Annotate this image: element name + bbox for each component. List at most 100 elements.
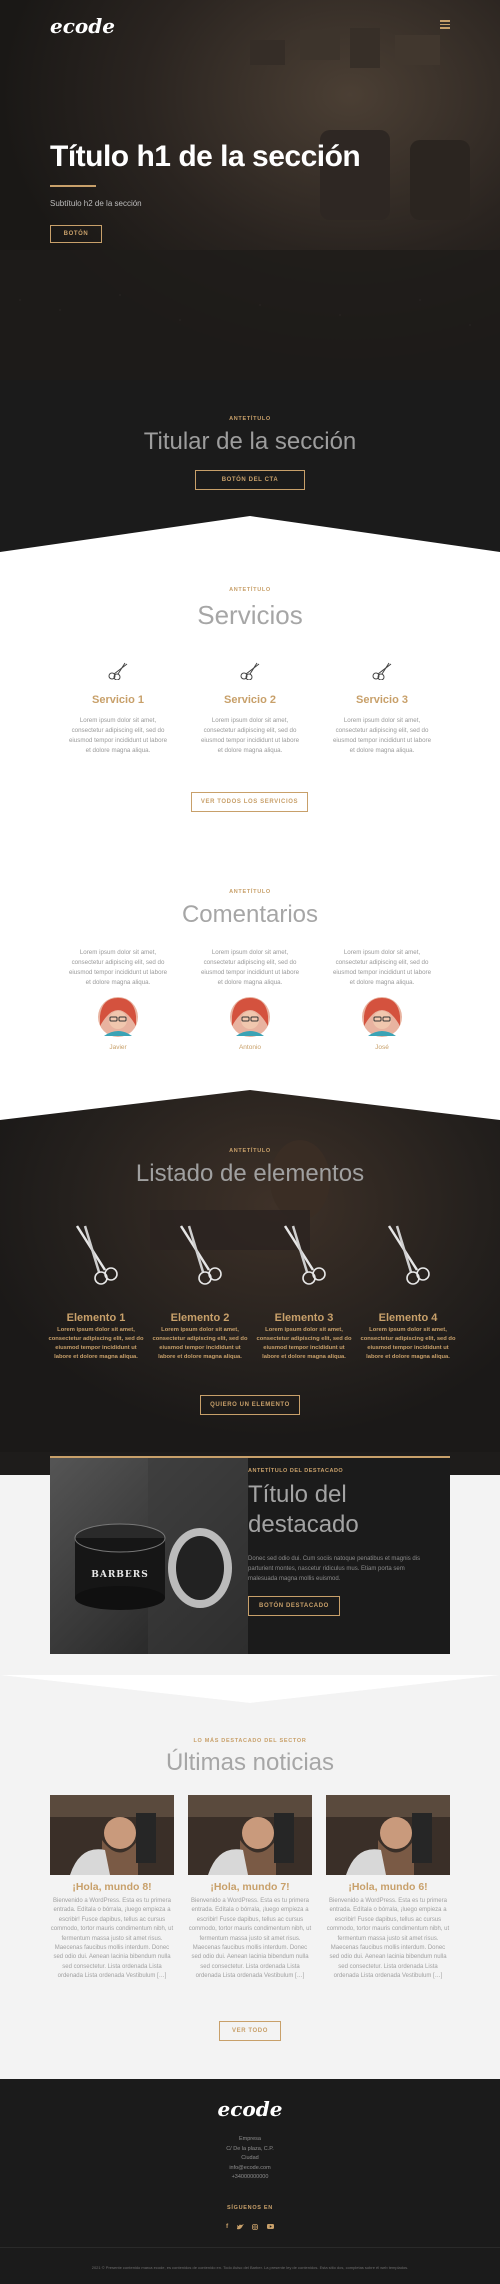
service-title: Servicio 3	[356, 694, 408, 706]
scissors-icon	[75, 1225, 118, 1285]
footer-follow-label: SÍGUENOS EN	[227, 2205, 273, 2211]
section-divider	[0, 1675, 500, 1705]
service-text: Lorem ipsum dolor sit amet, consectetur …	[332, 717, 432, 754]
service-title: Servicio 1	[92, 694, 144, 706]
footer-address-line: Empresa	[238, 2136, 261, 2142]
service-title: Servicio 2	[224, 694, 276, 706]
page: ecode Título h1 de la sección Subtítulo …	[0, 0, 500, 2284]
comment-author: Javier	[109, 1044, 127, 1051]
avatar	[98, 997, 138, 1037]
hamburger-icon[interactable]	[440, 20, 450, 29]
elements-eyebrow: ANTETÍTULO	[229, 1148, 271, 1154]
facebook-icon[interactable]: f	[226, 2223, 228, 2230]
service-item: Servicio 2 Lorem ipsum dolor sit amet, c…	[198, 662, 302, 756]
news-view-all-button[interactable]: VER TODO	[219, 2021, 281, 2041]
service-text: Lorem ipsum dolor sit amet, consectetur …	[68, 717, 168, 754]
news-thumbnail[interactable]	[188, 1795, 312, 1875]
featured-card: BARBERS ANTETÍTULO DEL DESTACADO Título …	[50, 1456, 450, 1654]
featured-title-line2: destacado	[248, 1511, 359, 1538]
hero-button[interactable]: BOTÓN	[50, 225, 102, 243]
services-eyebrow: ANTETÍTULO	[229, 587, 271, 593]
comment-text: Lorem ipsum dolor sit amet, consectetur …	[200, 949, 300, 986]
element-title: Elemento 2	[170, 1312, 230, 1324]
scissors-icon	[283, 1225, 326, 1285]
element-title: Elemento 1	[66, 1312, 126, 1324]
comment-text: Lorem ipsum dolor sit amet, consectetur …	[68, 949, 168, 986]
comment-author: José	[375, 1044, 389, 1051]
cta-eyebrow: ANTETÍTULO	[229, 416, 271, 422]
service-text: Lorem ipsum dolor sit amet, consectetur …	[200, 717, 300, 754]
footer-address: Empresa C/ De la plaza, C.P. Ciudad info…	[0, 2135, 500, 2183]
hero-section: ecode Título h1 de la sección Subtítulo …	[0, 0, 500, 380]
scissors-icon	[387, 1225, 430, 1285]
hero-title: Título h1 de la sección	[50, 140, 361, 173]
footer-social: f	[226, 2223, 274, 2230]
footer-email[interactable]: info@ecode.com	[0, 2164, 500, 2174]
footer-address-line: C/ De la plaza, C.P.	[226, 2145, 274, 2152]
news-item-title[interactable]: ¡Hola, mundo 6!	[326, 1881, 450, 1893]
twitter-icon[interactable]	[236, 2223, 244, 2230]
element-text: Lorem ipsum dolor sit amet, consectetur …	[256, 1327, 352, 1360]
services-title: Servicios	[197, 600, 303, 630]
scissors-icon	[108, 662, 128, 680]
featured-text: Donec sed odio dui. Cum sociis natoque p…	[248, 1556, 421, 1582]
news-item[interactable]: ¡Hola, mundo 8! Bienvenido a WordPress. …	[50, 1795, 174, 1982]
element-item: Elemento 3 Lorem ipsum dolor sit amet, c…	[254, 1224, 354, 1362]
news-section: LO MÁS DESTACADO DEL SECTOR Últimas noti…	[0, 1705, 500, 2080]
news-item-excerpt: Bienvenido a WordPress. Esta es tu prime…	[50, 1898, 174, 1980]
youtube-icon[interactable]	[267, 2224, 274, 2229]
news-item-excerpt: Bienvenido a WordPress. Esta es tu prime…	[188, 1898, 312, 1980]
footer-address-line: Ciudad	[241, 2155, 259, 2161]
section-divider	[0, 516, 500, 556]
news-item[interactable]: ¡Hola, mundo 6! Bienvenido a WordPress. …	[326, 1795, 450, 1982]
element-text: Lorem ipsum dolor sit amet, consectetur …	[152, 1327, 248, 1360]
footer-phone[interactable]: +34000000000	[0, 2173, 500, 2183]
featured-product-image	[50, 1458, 248, 1654]
news-item[interactable]: ¡Hola, mundo 7! Bienvenido a WordPress. …	[188, 1795, 312, 1982]
news-eyebrow: LO MÁS DESTACADO DEL SECTOR	[193, 1738, 307, 1744]
element-text: Lorem ipsum dolor sit amet, consectetur …	[48, 1327, 144, 1360]
header-logo[interactable]: ecode	[50, 14, 115, 38]
hero-subtitle: Subtítulo h2 de la sección	[50, 199, 142, 208]
elements-button[interactable]: QUIERO UN ELEMENTO	[200, 1395, 300, 1415]
scissors-icon	[179, 1225, 222, 1285]
hero-background-image	[0, 0, 500, 380]
cta-button[interactable]: BOTÓN DEL CTA	[195, 470, 305, 490]
element-item: Elemento 2 Lorem ipsum dolor sit amet, c…	[150, 1224, 250, 1362]
featured-title: Título del destacado	[248, 1480, 359, 1540]
scissors-icon	[372, 662, 392, 680]
featured-title-line1: Título del	[248, 1481, 347, 1508]
footer-divider	[0, 2247, 500, 2248]
instagram-icon[interactable]	[252, 2223, 259, 2230]
news-item-title[interactable]: ¡Hola, mundo 7!	[188, 1881, 312, 1893]
section-divider	[0, 1090, 500, 1120]
comments-title: Comentarios	[181, 901, 319, 928]
news-item-title[interactable]: ¡Hola, mundo 8!	[50, 1881, 174, 1893]
footer-logo[interactable]: ecode	[0, 2097, 500, 2121]
footer: ecode Empresa C/ De la plaza, C.P. Ciuda…	[0, 2079, 500, 2284]
elements-title: Listado de elementos	[135, 1160, 365, 1187]
element-item: Elemento 4 Lorem ipsum dolor sit amet, c…	[358, 1224, 458, 1362]
service-item: Servicio 1 Lorem ipsum dolor sit amet, c…	[66, 662, 170, 756]
comment-item: Lorem ipsum dolor sit amet, consectetur …	[330, 948, 434, 1051]
cta-title: Titular de la sección	[143, 428, 357, 455]
avatar	[362, 997, 402, 1037]
news-title: Últimas noticias	[165, 1749, 335, 1776]
featured-eyebrow: ANTETÍTULO DEL DESTACADO	[248, 1468, 344, 1474]
news-thumbnail[interactable]	[326, 1795, 450, 1875]
element-item: Elemento 1 Lorem ipsum dolor sit amet, c…	[46, 1224, 146, 1362]
element-title: Elemento 3	[274, 1312, 334, 1324]
avatar	[230, 997, 270, 1037]
service-item: Servicio 3 Lorem ipsum dolor sit amet, c…	[330, 662, 434, 756]
services-button[interactable]: VER TODOS LOS SERVICIOS	[191, 792, 308, 812]
scissors-icon	[240, 662, 260, 680]
featured-button[interactable]: BOTÓN DESTACADO	[248, 1596, 340, 1616]
comment-item: Lorem ipsum dolor sit amet, consectetur …	[198, 948, 302, 1051]
footer-legal: 2021 © Presente contenido marca ecode, e…	[91, 2265, 409, 2270]
news-thumbnail[interactable]	[50, 1795, 174, 1875]
elements-section: ANTETÍTULO Listado de elementos Elemento…	[0, 1090, 500, 1475]
product-label: BARBERS	[91, 1570, 149, 1580]
hero-divider	[50, 185, 96, 187]
comment-item: Lorem ipsum dolor sit amet, consectetur …	[66, 948, 170, 1051]
comments-eyebrow: ANTETÍTULO	[229, 889, 271, 895]
